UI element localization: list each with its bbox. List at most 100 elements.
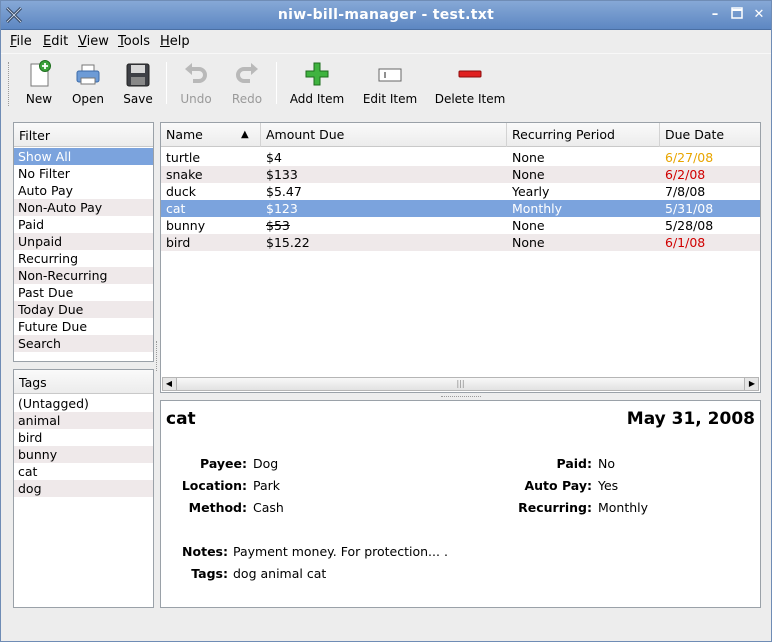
details-panel: cat May 31, 2008 Payee: Dog Location: Pa… <box>160 400 761 608</box>
filter-item-today-due[interactable]: Today Due <box>14 301 153 318</box>
new-button[interactable]: New <box>19 58 59 110</box>
add-item-button[interactable]: Add Item <box>287 58 347 110</box>
cell-amount: $5.47 <box>266 184 302 199</box>
new-document-icon <box>30 60 51 87</box>
filter-item-recurring[interactable]: Recurring <box>14 250 153 267</box>
filter-item-non-auto-pay[interactable]: Non-Auto Pay <box>14 199 153 216</box>
undo-button[interactable]: Undo <box>175 58 217 110</box>
filter-item-paid[interactable]: Paid <box>14 216 153 233</box>
filter-panel: Filter Show All No Filter Auto Pay Non-A… <box>13 122 154 362</box>
table-row[interactable]: turtle $4 None 6/27/08 <box>161 149 760 166</box>
open-button[interactable]: Open <box>67 58 109 110</box>
payee-label: Payee: <box>200 456 247 471</box>
toolbar-separator <box>276 62 277 104</box>
filter-header[interactable]: Filter <box>14 123 153 147</box>
cell-name: snake <box>166 167 203 182</box>
method-value: Cash <box>253 500 284 515</box>
toolbar: New Open Save Undo Redo Add Item Edit It… <box>1 53 771 111</box>
payee-value: Dog <box>253 456 279 471</box>
open-printer-icon <box>76 64 100 85</box>
column-header-due-date[interactable]: Due Date <box>660 123 760 147</box>
scroll-right-icon[interactable]: ▶ <box>746 378 758 390</box>
minimize-icon[interactable]: – <box>707 7 723 23</box>
window-title: niw-bill-manager - test.txt <box>277 7 495 23</box>
scrollbar-thumb[interactable]: ||| <box>176 378 745 390</box>
horizontal-scrollbar[interactable]: ◀ ||| ▶ <box>162 377 759 391</box>
redo-button[interactable]: Redo <box>226 58 268 110</box>
table-header: Name ▲ Amount Due Recurring Period Due D… <box>161 123 760 147</box>
delete-minus-icon <box>458 70 482 78</box>
cell-name: bunny <box>166 218 206 233</box>
cell-due-date: 5/28/08 <box>665 218 714 233</box>
redo-arrow-icon <box>236 63 258 83</box>
table-row[interactable]: cat $123 Monthly 5/31/08 <box>161 200 760 217</box>
autopay-value: Yes <box>598 478 619 493</box>
cell-recurring-period: Monthly <box>512 201 563 216</box>
toolbar-grip[interactable] <box>8 62 11 106</box>
menu-view[interactable]: View <box>78 34 109 49</box>
menu-edit[interactable]: Edit <box>43 34 68 49</box>
cell-amount: $133 <box>266 167 298 182</box>
location-label: Location: <box>181 478 247 493</box>
tags-panel: Tags (Untagged) animal bird bunny cat do… <box>13 369 154 608</box>
cell-amount: $15.22 <box>266 235 310 250</box>
cell-due-date: 6/27/08 <box>665 150 714 165</box>
scroll-left-icon[interactable]: ◀ <box>163 378 175 390</box>
title-bar[interactable]: niw-bill-manager - test.txt – ✕ <box>1 1 771 30</box>
cell-due-date: 5/31/08 <box>665 201 714 216</box>
column-header-recurring-period[interactable]: Recurring Period <box>507 123 660 147</box>
tag-item-untagged[interactable]: (Untagged) <box>14 395 153 412</box>
menu-help[interactable]: Help <box>160 34 190 49</box>
tags-value: dog animal cat <box>233 566 327 581</box>
filter-item-show-all[interactable]: Show All <box>14 148 153 165</box>
recurring-label: Recurring: <box>518 500 592 515</box>
edit-item-button[interactable]: Edit Item <box>359 58 421 110</box>
save-button[interactable]: Save <box>118 58 158 110</box>
menu-file[interactable]: File <box>10 34 32 49</box>
filter-item-non-recurring[interactable]: Non-Recurring <box>14 267 153 284</box>
cell-recurring-period: None <box>512 150 545 165</box>
cell-recurring-period: Yearly <box>512 184 550 199</box>
filter-item-auto-pay[interactable]: Auto Pay <box>14 182 153 199</box>
tag-item-animal[interactable]: animal <box>14 412 153 429</box>
tags-header[interactable]: Tags <box>14 370 153 394</box>
tag-item-dog[interactable]: dog <box>14 480 153 497</box>
tags-label: Tags: <box>191 566 228 581</box>
filter-item-past-due[interactable]: Past Due <box>14 284 153 301</box>
app-window: niw-bill-manager - test.txt – ✕ File Edi… <box>0 0 772 642</box>
cell-name: cat <box>166 201 186 216</box>
cell-name: turtle <box>166 150 201 165</box>
cell-due-date: 6/1/08 <box>665 235 706 250</box>
autopay-label: Auto Pay: <box>524 478 592 493</box>
column-header-name[interactable]: Name ▲ <box>161 123 261 147</box>
maximize-icon[interactable] <box>729 7 745 23</box>
delete-item-button[interactable]: Delete Item <box>433 58 507 110</box>
filter-item-future-due[interactable]: Future Due <box>14 318 153 335</box>
filter-item-no-filter[interactable]: No Filter <box>14 165 153 182</box>
filter-item-unpaid[interactable]: Unpaid <box>14 233 153 250</box>
method-label: Method: <box>188 500 247 515</box>
paid-value: No <box>598 456 615 471</box>
cell-recurring-period: None <box>512 218 545 233</box>
pane-splitter-vertical[interactable] <box>156 341 159 371</box>
column-header-amount[interactable]: Amount Due <box>261 123 507 147</box>
menu-tools[interactable]: Tools <box>118 34 150 49</box>
cell-amount: $123 <box>266 201 298 216</box>
edit-textfield-icon <box>378 68 402 82</box>
tag-item-cat[interactable]: cat <box>14 463 153 480</box>
detail-due-date: May 31, 2008 <box>626 409 755 429</box>
table-row[interactable]: bunny $53 None 5/28/08 <box>161 217 760 234</box>
recurring-value: Monthly <box>598 500 649 515</box>
table-row[interactable]: snake $133 None 6/2/08 <box>161 166 760 183</box>
close-icon[interactable]: ✕ <box>751 7 767 23</box>
tag-item-bunny[interactable]: bunny <box>14 446 153 463</box>
table-row[interactable]: duck $5.47 Yearly 7/8/08 <box>161 183 760 200</box>
table-row[interactable]: bird $15.22 None 6/1/08 <box>161 234 760 251</box>
filter-list: Show All No Filter Auto Pay Non-Auto Pay… <box>14 147 153 352</box>
notes-label: Notes: <box>182 544 228 559</box>
cell-name: duck <box>166 184 196 199</box>
tag-item-bird[interactable]: bird <box>14 429 153 446</box>
pane-splitter-horizontal[interactable] <box>441 396 481 399</box>
filter-item-search[interactable]: Search <box>14 335 153 352</box>
bills-table: Name ▲ Amount Due Recurring Period Due D… <box>160 122 761 393</box>
